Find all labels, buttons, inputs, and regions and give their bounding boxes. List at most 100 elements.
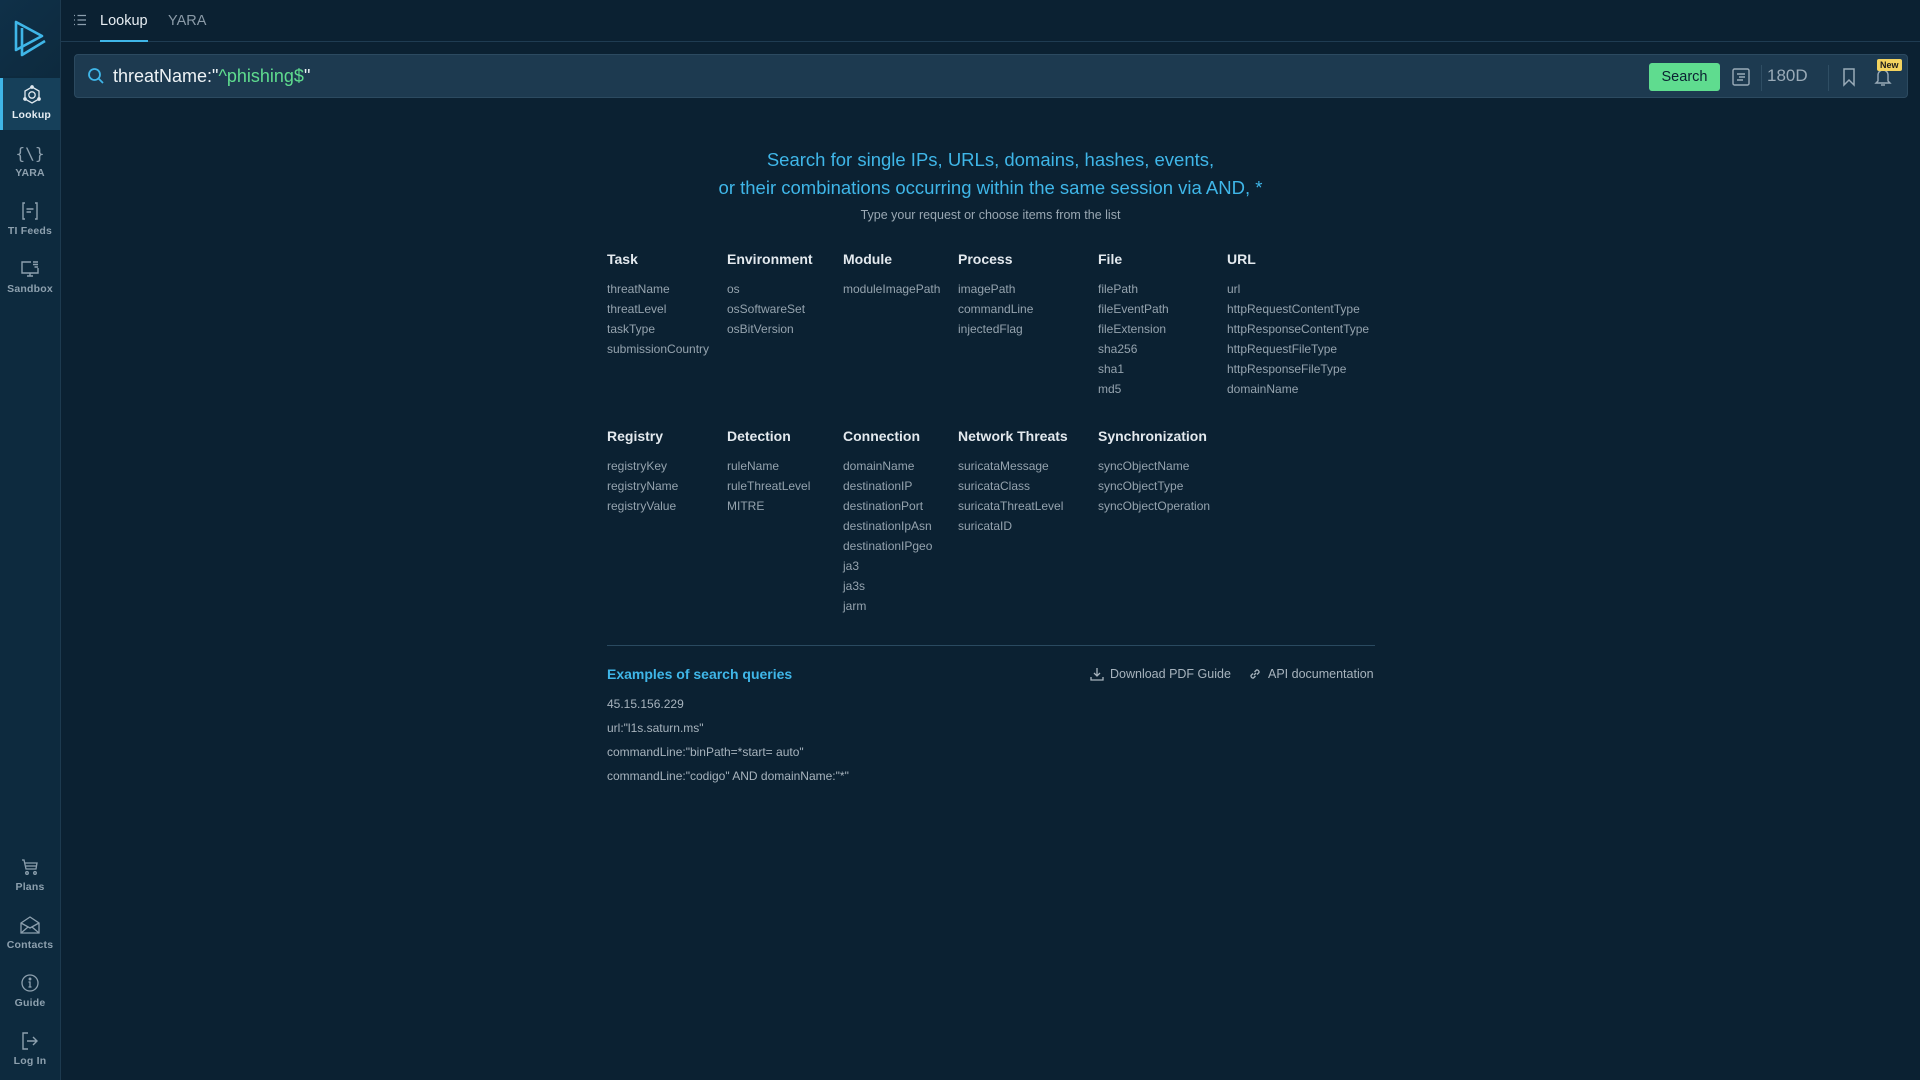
field-item[interactable]: registryName — [607, 476, 678, 496]
field-item[interactable]: ja3 — [843, 556, 932, 576]
top-bar: Lookup YARA — [61, 0, 1920, 42]
field-item[interactable]: domainName — [843, 456, 932, 476]
field-item[interactable]: sha256 — [1098, 339, 1169, 359]
category-detection: Detection ruleName ruleThreatLevel MITRE — [727, 428, 810, 516]
category-heading: Process — [958, 251, 1013, 267]
feeds-icon — [19, 200, 41, 222]
sidebar-item-guide[interactable]: Guide — [0, 966, 60, 1018]
field-item[interactable]: suricataID — [958, 516, 1068, 536]
sidebar-item-label: Contacts — [6, 939, 54, 951]
field-item[interactable]: commandLine — [958, 299, 1033, 319]
field-item[interactable]: registryValue — [607, 496, 678, 516]
category-synchronization: Synchronization syncObjectName syncObjectT… — [1098, 428, 1210, 516]
sidebar-item-sandbox[interactable]: Sandbox — [0, 252, 60, 304]
field-item[interactable]: destinationIP — [843, 476, 932, 496]
field-item[interactable]: threatLevel — [607, 299, 709, 319]
field-item[interactable]: threatName — [607, 279, 709, 299]
example-query[interactable]: commandLine:"codigo" AND domainName:"*" — [607, 769, 849, 783]
bookmark-button[interactable] — [1835, 63, 1863, 91]
field-item[interactable]: suricataMessage — [958, 456, 1068, 476]
sidebar-item-plans[interactable]: Plans — [0, 850, 60, 902]
field-item[interactable]: fileEventPath — [1098, 299, 1169, 319]
download-icon — [1090, 668, 1104, 681]
example-query[interactable]: commandLine:"binPath=*start= auto" — [607, 745, 804, 759]
list-menu-icon[interactable] — [73, 13, 87, 27]
field-item[interactable]: httpRequestContentType — [1227, 299, 1369, 319]
field-item[interactable]: destinationIpAsn — [843, 516, 932, 536]
category-heading: Detection — [727, 428, 791, 444]
field-item[interactable]: httpResponseFileType — [1227, 359, 1369, 379]
field-item[interactable]: osBitVersion — [727, 319, 813, 339]
download-pdf-guide-label: Download PDF Guide — [1110, 667, 1231, 681]
tab-lookup[interactable]: Lookup — [100, 0, 148, 42]
field-item[interactable]: filePath — [1098, 279, 1169, 299]
sandbox-monitor-icon — [19, 258, 41, 280]
query-prefix: threatName:" — [113, 66, 219, 86]
field-item[interactable]: taskType — [607, 319, 709, 339]
field-item[interactable]: destinationPort — [843, 496, 932, 516]
category-heading: Environment — [727, 251, 813, 267]
query-builder-button[interactable] — [1727, 63, 1755, 91]
example-query[interactable]: 45.15.156.229 — [607, 697, 684, 711]
query-value: ^phishing$ — [218, 66, 304, 86]
field-item[interactable]: ruleName — [727, 456, 810, 476]
example-query[interactable]: url:"l1s.saturn.ms" — [607, 721, 704, 735]
field-item[interactable]: MITRE — [727, 496, 810, 516]
tab-yara[interactable]: YARA — [168, 0, 206, 42]
field-item[interactable]: osSoftwareSet — [727, 299, 813, 319]
field-item[interactable]: imagePath — [958, 279, 1033, 299]
field-item[interactable]: injectedFlag — [958, 319, 1033, 339]
field-item[interactable]: domainName — [1227, 379, 1369, 399]
yara-braces-icon: {\} — [15, 143, 45, 163]
category-url: URL url httpRequestContentType httpResponse… — [1227, 251, 1369, 399]
sidebar-item-ti-feeds[interactable]: TI Feeds — [0, 194, 60, 246]
api-documentation-label: API documentation — [1268, 667, 1374, 681]
hero-line-2: or their combinations occurring within t… — [718, 177, 1263, 198]
category-connection: Connection domainName destinationIP destina… — [843, 428, 932, 616]
examples-title[interactable]: Examples of search queries — [607, 666, 792, 682]
field-item[interactable]: ruleThreatLevel — [727, 476, 810, 496]
field-item[interactable]: os — [727, 279, 813, 299]
field-item[interactable]: httpResponseContentType — [1227, 319, 1369, 339]
sidebar-item-label: Lookup — [11, 109, 52, 121]
category-heading: Synchronization — [1098, 428, 1207, 444]
field-item[interactable]: httpRequestFileType — [1227, 339, 1369, 359]
category-heading: Network Threats — [958, 428, 1068, 444]
field-item[interactable]: jarm — [843, 596, 932, 616]
field-item[interactable]: suricataThreatLevel — [958, 496, 1068, 516]
category-heading: Task — [607, 251, 638, 267]
hero: Search for single IPs, URLs, domains, ha… — [61, 146, 1920, 222]
app-logo[interactable] — [0, 0, 60, 76]
field-item[interactable]: suricataClass — [958, 476, 1068, 496]
download-pdf-guide-link[interactable]: Download PDF Guide — [1090, 667, 1231, 681]
field-item[interactable]: syncObjectName — [1098, 456, 1210, 476]
hero-line-1: Search for single IPs, URLs, domains, ha… — [766, 149, 1215, 170]
field-item[interactable]: url — [1227, 279, 1369, 299]
field-item[interactable]: destinationIPgeo — [843, 536, 932, 556]
field-item[interactable]: syncObjectType — [1098, 476, 1210, 496]
lookup-icon — [21, 84, 43, 106]
sidebar-item-contacts[interactable]: Contacts — [0, 908, 60, 960]
api-documentation-link[interactable]: API documentation — [1248, 667, 1374, 681]
field-item[interactable]: sha1 — [1098, 359, 1169, 379]
sidebar-item-log-in[interactable]: Log In — [0, 1024, 60, 1076]
anyrun-logo-icon — [14, 20, 46, 57]
field-item[interactable]: moduleImagePath — [843, 279, 940, 299]
period-selector[interactable]: 180D — [1767, 55, 1808, 97]
sidebar-item-lookup[interactable]: Lookup — [0, 78, 60, 130]
field-item[interactable]: submissionCountry — [607, 339, 709, 359]
info-icon — [19, 972, 41, 994]
field-item[interactable]: registryKey — [607, 456, 678, 476]
field-item[interactable]: syncObjectOperation — [1098, 496, 1210, 516]
sidebar-item-yara[interactable]: {\} YARA — [0, 136, 60, 188]
search-bar: threatName:"^phishing$" Search 180D New — [74, 54, 1908, 98]
separator — [1761, 65, 1762, 91]
search-input[interactable]: threatName:"^phishing$" — [113, 55, 310, 97]
field-item[interactable]: fileExtension — [1098, 319, 1169, 339]
field-item[interactable]: ja3s — [843, 576, 932, 596]
search-button[interactable]: Search — [1649, 63, 1720, 91]
separator — [1828, 65, 1829, 91]
category-task: Task threatName threatLevel taskType submiss… — [607, 251, 709, 359]
field-item[interactable]: md5 — [1098, 379, 1169, 399]
category-heading: Registry — [607, 428, 664, 444]
